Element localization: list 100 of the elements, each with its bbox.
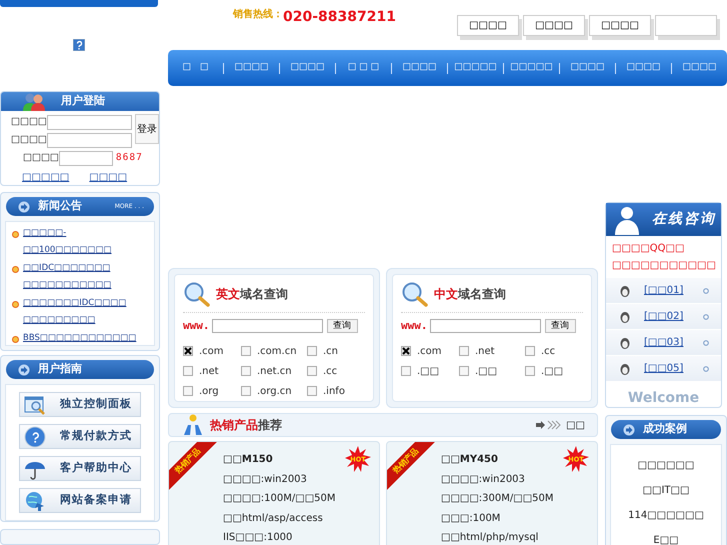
guide-button[interactable]: 独立控制面板 xyxy=(19,392,141,417)
help-icon xyxy=(24,426,46,448)
checkbox[interactable] xyxy=(459,366,469,376)
checkbox[interactable] xyxy=(525,366,535,376)
checkbox[interactable] xyxy=(401,366,411,376)
domain-option[interactable]: .net.cn xyxy=(241,364,307,378)
checkbox[interactable] xyxy=(401,346,411,356)
qq-contact[interactable]: [□□05] xyxy=(644,361,684,376)
checkbox[interactable] xyxy=(183,386,193,396)
checkbox[interactable] xyxy=(307,366,317,376)
domain-option[interactable]: .cc xyxy=(525,344,583,358)
product-spec: □□□□:300M/□□50M xyxy=(441,492,554,506)
window-magnifier-icon xyxy=(24,394,46,416)
qq-contact[interactable]: [□□03] xyxy=(644,335,684,350)
product-spec: □□html/asp/access xyxy=(223,512,324,526)
nav-item[interactable]: □□□□ xyxy=(392,61,447,75)
news-item[interactable]: □□□□□-□□100□□□□□□□ xyxy=(23,225,148,259)
welcome-text: Welcome xyxy=(628,389,700,408)
checkbox[interactable] xyxy=(183,366,193,376)
login-link[interactable]: □□□□□ xyxy=(22,170,70,185)
login-title: 用户登陆 xyxy=(61,93,105,110)
case-link[interactable]: 114□□□□□□ xyxy=(628,510,704,521)
search-button[interactable]: 查询 xyxy=(544,319,576,334)
domain-option[interactable]: .com xyxy=(183,344,241,358)
domain-option[interactable]: .org xyxy=(183,384,241,398)
qq-contact[interactable]: [□□02] xyxy=(644,309,684,324)
domain-option[interactable]: .net xyxy=(183,364,241,378)
bullet-icon xyxy=(12,301,19,308)
hotline-label: 销售热线： xyxy=(233,8,283,22)
person-silhouette-icon xyxy=(612,204,642,234)
checkbox[interactable] xyxy=(241,386,251,396)
domain-option[interactable]: .com.cn xyxy=(241,344,307,358)
domain-option[interactable]: .org.cn xyxy=(241,384,307,398)
globe-arrow-icon xyxy=(24,490,46,512)
ribbon-label: 热销产品 xyxy=(387,442,436,491)
input-field[interactable] xyxy=(46,115,132,130)
product-name: □□MY450 xyxy=(441,453,498,467)
nav-item[interactable]: □ □ xyxy=(168,61,223,75)
domain-field[interactable] xyxy=(430,319,540,334)
guide-button[interactable]: 客户帮助中心 xyxy=(19,456,141,481)
case-link[interactable]: □□□□□□ xyxy=(638,460,694,471)
case-link[interactable]: E□□ xyxy=(653,535,679,545)
checkbox[interactable] xyxy=(307,346,317,356)
www-prefix: www. xyxy=(183,318,210,334)
domain-option[interactable]: .□□ xyxy=(401,364,459,378)
input-field[interactable] xyxy=(46,133,132,148)
news-item[interactable]: □□IDC□□□□□□□ □□□□□□□□□□□ xyxy=(23,260,148,294)
domain-option[interactable]: .□□ xyxy=(525,364,583,378)
domain-search-title: 中文域名查询 xyxy=(434,286,506,303)
product-spec: □□□□:win2003 xyxy=(441,472,526,486)
notice-text: □□□□□□□□□□□ xyxy=(612,259,715,273)
nav-item[interactable]: □ □ □ xyxy=(336,61,391,75)
checkbox[interactable] xyxy=(241,346,251,356)
guide-title: 用户指南 xyxy=(38,361,82,378)
field-label: □□□□ xyxy=(11,115,47,130)
checkbox[interactable] xyxy=(183,346,193,356)
checkbox[interactable] xyxy=(307,386,317,396)
product-spec: □□□:100M xyxy=(441,512,502,526)
search-button[interactable]: 查询 xyxy=(326,319,358,334)
domain-option[interactable]: .cc xyxy=(307,364,365,378)
domain-option[interactable]: .info xyxy=(307,384,365,398)
more-link[interactable]: □□ xyxy=(566,418,585,432)
domain-option[interactable]: .com xyxy=(401,344,459,358)
qq-contact[interactable]: [□□01] xyxy=(644,283,684,298)
nav-item[interactable]: □□□□□ xyxy=(504,61,559,75)
chevrons-icon xyxy=(536,420,562,430)
status-icon xyxy=(703,288,709,294)
news-item[interactable]: □□□□□□□IDC□□□□ □□□□□□□□□ xyxy=(23,295,148,329)
magnifier-icon xyxy=(183,281,211,307)
nav-item[interactable]: □□□□ xyxy=(224,61,279,75)
field-label: □□□□ xyxy=(11,133,47,148)
checkbox[interactable] xyxy=(525,346,535,356)
nav-item[interactable]: □□□□ xyxy=(560,61,615,75)
domain-field[interactable] xyxy=(212,319,322,334)
nav-item[interactable]: □□□□ xyxy=(672,61,727,75)
captcha-code: 8687 xyxy=(116,151,143,166)
field-label: □□□□ xyxy=(23,151,59,166)
login-button[interactable]: 登录 xyxy=(134,114,159,144)
product-spec: □□html/php/mysql xyxy=(441,531,540,545)
nav-item[interactable]: □□□□ xyxy=(280,61,335,75)
arrow-icon xyxy=(18,200,30,212)
case-link[interactable]: □□IT□□ xyxy=(642,485,690,496)
notice-text: □□□□QQ□□ xyxy=(612,242,686,256)
domain-option[interactable]: .cn xyxy=(307,344,365,358)
checkbox[interactable] xyxy=(459,346,469,356)
help-icon xyxy=(73,39,85,51)
product-spec: □□□□:win2003 xyxy=(223,472,308,486)
checkbox[interactable] xyxy=(241,366,251,376)
news-title: 新闻公告 xyxy=(38,198,82,214)
product-spec: □□□□:100M/□□50M xyxy=(223,492,336,506)
news-item[interactable]: BBS□□□□□□□□□□□□ xyxy=(23,330,136,347)
domain-option[interactable]: .net xyxy=(459,344,525,358)
bullet-icon xyxy=(12,266,19,273)
captcha-field[interactable] xyxy=(58,151,113,166)
domain-option[interactable]: .□□ xyxy=(459,364,525,378)
nav-item[interactable]: □□□□□ xyxy=(448,61,503,75)
guide-button[interactable]: 常规付款方式 xyxy=(19,424,141,449)
nav-item[interactable]: □□□□ xyxy=(616,61,671,75)
login-link[interactable]: □□□□ xyxy=(89,170,128,185)
guide-button[interactable]: 网站备案申请 xyxy=(19,488,141,513)
